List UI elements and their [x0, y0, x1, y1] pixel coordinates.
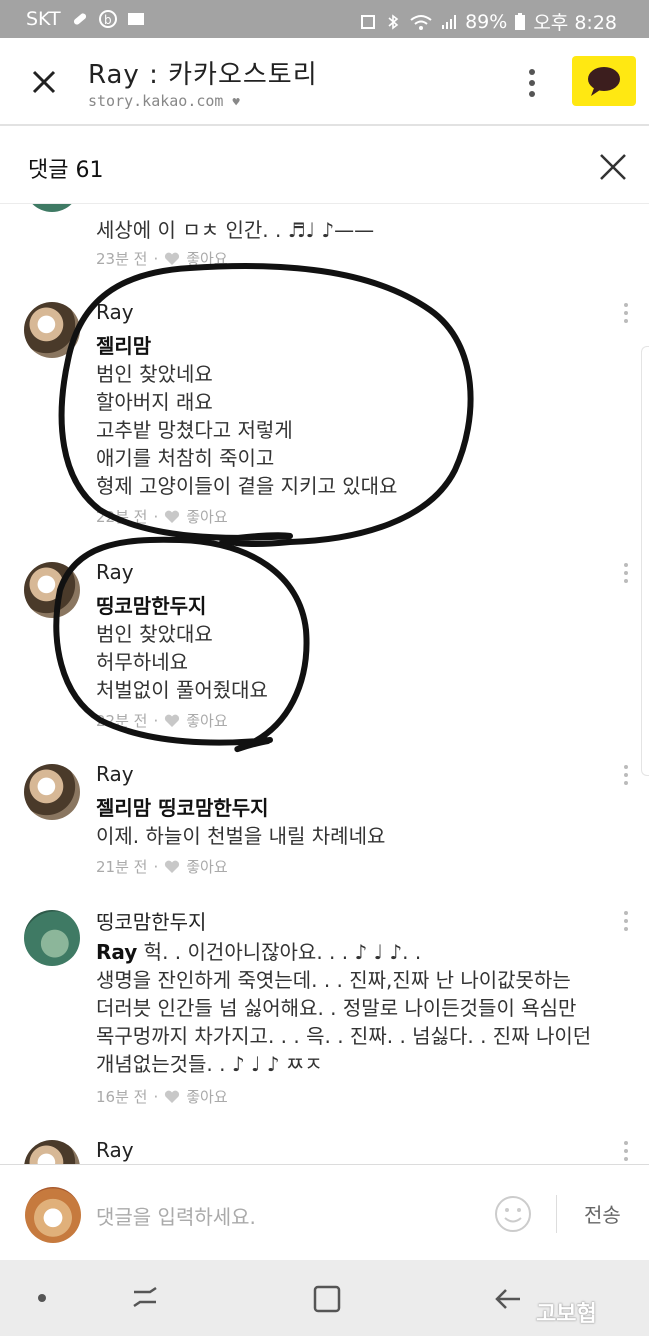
comment-text: 처벌없이 풀어줬대요: [96, 678, 268, 702]
page-title: Ray : 카카오스토리: [88, 60, 318, 90]
more-menu-icon[interactable]: [526, 68, 538, 98]
comment-text: 고추밭 망쳤다고 저렇게: [96, 418, 293, 442]
like-label[interactable]: 좋아요: [186, 710, 227, 731]
battery-percent: 89%: [465, 10, 508, 33]
avatar[interactable]: [24, 562, 80, 618]
comment-more-icon[interactable]: [622, 910, 630, 932]
speech-bubble-icon: [588, 67, 620, 96]
comments-count-title: 댓글 61: [28, 158, 104, 183]
back-arrow-icon[interactable]: [492, 1284, 524, 1314]
like-label[interactable]: 좋아요: [186, 1086, 227, 1107]
avatar[interactable]: [24, 204, 80, 212]
bluetooth-icon: [388, 13, 399, 30]
close-icon[interactable]: [28, 66, 60, 98]
svg-text:b: b: [104, 13, 112, 27]
comment-more-icon[interactable]: [622, 764, 630, 786]
signal-icon: [442, 14, 457, 29]
comment-text: 생명을 잔인하게 죽엿는데. . . 진짜,진짜 난 나이값못하는: [96, 968, 571, 992]
comment-time: 21분 전: [96, 858, 148, 876]
comment-text: 개념없는것들. . ♪ ♩ ♪ ㅉㅈ: [96, 1052, 323, 1076]
comments-header: 댓글 61: [0, 128, 649, 204]
comment-mention[interactable]: 젤리맘 띵코맘한두지: [96, 792, 269, 821]
like-label[interactable]: 좋아요: [186, 856, 227, 877]
like-label[interactable]: 좋아요: [186, 506, 227, 527]
close-comments-icon[interactable]: [598, 152, 628, 182]
heart-icon[interactable]: [164, 252, 180, 266]
comment-input-bar: 댓글을 입력하세요. 전송: [0, 1164, 649, 1260]
scrollbar[interactable]: [641, 346, 649, 776]
clock: 오후 8:28: [533, 12, 617, 34]
recycle-icon: [361, 14, 376, 29]
comment-author[interactable]: Ray: [96, 1138, 134, 1162]
comment-time: 16분 전: [96, 1088, 148, 1106]
like-label[interactable]: 좋아요: [186, 248, 227, 269]
recent-apps-icon[interactable]: [130, 1284, 160, 1314]
comment-author[interactable]: 띵코맘한두지: [96, 906, 206, 935]
comment-author[interactable]: Ray: [96, 300, 134, 324]
heart-icon[interactable]: [164, 714, 180, 728]
comment-mention[interactable]: 젤리맘: [96, 330, 151, 359]
avatar[interactable]: [24, 1140, 80, 1164]
comment-mention[interactable]: Ray: [96, 940, 137, 964]
comment-author[interactable]: Ray: [96, 762, 134, 786]
comment-mention[interactable]: 띵코맘한두지: [96, 590, 206, 619]
browser-header: Ray : 카카오스토리 story.kakao.com ♥: [0, 38, 649, 126]
comment-more-icon[interactable]: [622, 1140, 630, 1162]
comment-time: 22분 전: [96, 712, 148, 730]
status-bar: SKT b 89% 오후 8:28: [0, 0, 649, 38]
comment-text: 범인 찾았대요: [96, 622, 213, 646]
avatar[interactable]: [24, 302, 80, 358]
b-app-icon: b: [98, 10, 117, 28]
comment-text: 이제. 하늘이 천벌을 내릴 차례네요: [96, 824, 386, 848]
comment-more-icon[interactable]: [622, 302, 630, 324]
comment-meta: 23분 전 · 좋아요: [96, 248, 228, 269]
my-avatar: [25, 1187, 81, 1243]
carrier-label: SKT: [26, 8, 61, 30]
pill-icon: [73, 13, 86, 25]
avatar[interactable]: [24, 910, 80, 966]
url-label[interactable]: story.kakao.com ♥: [88, 92, 240, 110]
comment-meta: 21분 전 · 좋아요: [96, 856, 228, 877]
wifi-icon: [410, 14, 432, 30]
comment-author[interactable]: Ray: [96, 560, 134, 584]
comment-meta: 22분 전 · 좋아요: [96, 710, 228, 731]
heart-icon[interactable]: [164, 1090, 180, 1104]
heart-icon[interactable]: [164, 510, 180, 524]
heart-small-icon: ♥: [232, 95, 240, 109]
avatar[interactable]: [24, 764, 80, 820]
watermark: 고보협: [536, 1302, 597, 1327]
comment-list[interactable]: 세상에 이 ㅁㅊ 인간. . ♬♩ ♪—— 23분 전 · 좋아요 Ray 젤리…: [0, 204, 649, 1164]
send-button[interactable]: 전송: [584, 1199, 621, 1228]
comment-text: 형제 고양이들이 곁을 지키고 있대요: [96, 474, 398, 498]
comment-text: 할아버지 래요: [96, 390, 213, 414]
comment-text: 허무하네요: [96, 650, 188, 674]
comment-text: 더러븟 인간들 넘 싫어해요. . 정말로 나이든것들이 욕심만: [96, 996, 577, 1020]
battery-icon: [515, 12, 526, 30]
comment-text: 목구멍까지 차가지고. . . 윽. . 진짜. . 넘싫다. . 진짜 나이던: [96, 1024, 592, 1048]
comment-text: 애기를 처참히 죽이고: [96, 446, 275, 470]
comment-time: 22분 전: [96, 508, 148, 526]
comment-text: 세상에 이 ㅁㅊ 인간. . ♬♩ ♪——: [96, 218, 375, 242]
nav-dot-icon[interactable]: [37, 1293, 47, 1303]
emoticon-icon[interactable]: [494, 1195, 532, 1233]
comment-more-icon[interactable]: [622, 562, 630, 584]
comment-text: Ray 헉. . 이건아니잖아요. . . ♪ ♩ ♪. .: [96, 940, 422, 964]
comment-meta: 22분 전 · 좋아요: [96, 506, 228, 527]
kakaotalk-share-button[interactable]: [572, 56, 636, 106]
comment-input[interactable]: 댓글을 입력하세요.: [96, 1201, 256, 1230]
comment-time: 23분 전: [96, 250, 148, 268]
comment-text: 범인 찾았네요: [96, 362, 213, 386]
home-icon[interactable]: [312, 1284, 342, 1314]
input-divider: [556, 1195, 557, 1233]
heart-icon[interactable]: [164, 860, 180, 874]
comment-meta: 16분 전 · 좋아요: [96, 1086, 228, 1107]
gallery-icon: [127, 13, 144, 25]
